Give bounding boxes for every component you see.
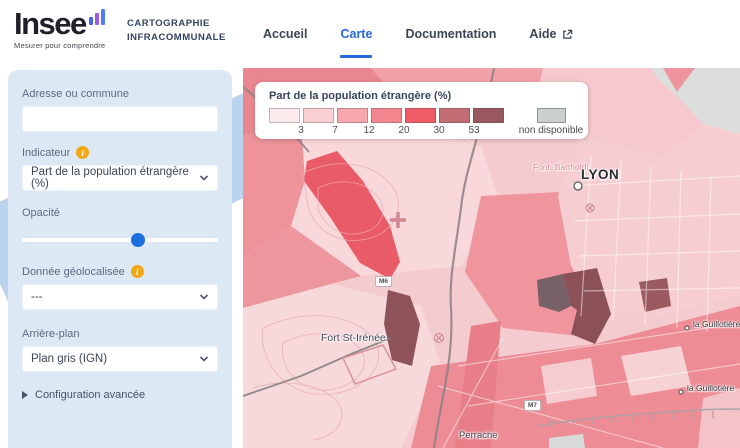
indicator-label-text: Indicateur xyxy=(22,147,70,159)
app-title: CARTOGRAPHIE INFRACOMMUNALE xyxy=(127,17,226,45)
triangle-right-icon xyxy=(22,391,28,399)
sidebar-panel: Adresse ou commune Indicateur i Part de … xyxy=(8,70,232,448)
nav-documentation[interactable]: Documentation xyxy=(405,0,496,68)
geodata-info-icon[interactable]: i xyxy=(131,265,144,278)
road-shield-m6: M6 xyxy=(375,276,392,287)
map-legend: Part de la population étrangère (%) 3 7 … xyxy=(255,82,588,139)
map-label-guillotiere-1: la Guillotière xyxy=(693,319,740,329)
insee-tagline: Mesurer pour comprendre xyxy=(14,41,106,50)
legend-swatch xyxy=(439,108,470,123)
header: Insee Mesurer pour comprendre CARTOGRAPH… xyxy=(0,0,740,68)
chevron-down-icon xyxy=(199,292,209,302)
legend-swatch-na xyxy=(537,108,566,123)
opacity-slider-track xyxy=(22,238,218,242)
advanced-config-label: Configuration avancée xyxy=(35,389,145,401)
insee-logo[interactable]: Insee Mesurer pour comprendre xyxy=(14,8,106,50)
address-label: Adresse ou commune xyxy=(22,88,218,100)
legend-swatches xyxy=(269,108,504,123)
insee-logo-bars-icon xyxy=(89,9,106,26)
road-shield-m7: M7 xyxy=(524,400,541,411)
map-label-lyon: LYON xyxy=(581,167,619,182)
background-value: Plan gris (IGN) xyxy=(31,353,107,365)
main-nav: Accueil Carte Documentation Aide xyxy=(263,0,573,68)
legend-swatch xyxy=(405,108,436,123)
indicator-info-icon[interactable]: i xyxy=(76,146,89,159)
legend-swatch xyxy=(371,108,402,123)
nav-documentation-label: Documentation xyxy=(405,27,496,41)
geodata-label: Donnée géolocalisée i xyxy=(22,265,218,278)
indicator-select[interactable]: Part de la population étrangère (%) xyxy=(22,165,218,191)
legend-na-label: non disponible xyxy=(519,125,584,136)
nav-carte-label: Carte xyxy=(340,27,372,41)
legend-tick: 20 xyxy=(398,125,409,136)
map-canvas[interactable]: Font. Bartholdi LYON Fort St-Irénée la G… xyxy=(243,68,740,448)
address-input[interactable] xyxy=(22,106,218,132)
opacity-slider-thumb[interactable] xyxy=(131,233,145,247)
map-label-perrache: Perrache xyxy=(459,430,498,441)
map-label-guillotiere-2: la Guillotière xyxy=(687,383,734,393)
geodata-label-text: Donnée géolocalisée xyxy=(22,266,125,278)
legend-tick: 3 xyxy=(298,125,304,136)
legend-swatch xyxy=(337,108,368,123)
background-select[interactable]: Plan gris (IGN) xyxy=(22,346,218,372)
legend-swatch xyxy=(269,108,300,123)
legend-title: Part de la population étrangère (%) xyxy=(269,90,451,102)
app-title-line1: CARTOGRAPHIE xyxy=(127,17,226,31)
opacity-label: Opacité xyxy=(22,207,218,219)
legend-tick: 12 xyxy=(363,125,374,136)
indicator-label: Indicateur i xyxy=(22,146,218,159)
nav-carte[interactable]: Carte xyxy=(340,0,372,68)
nav-accueil[interactable]: Accueil xyxy=(263,0,307,68)
map-label-fort-st-irenee: Fort St-Irénée xyxy=(321,332,386,344)
chevron-down-icon xyxy=(199,173,209,183)
legend-tick: 7 xyxy=(332,125,338,136)
opacity-slider[interactable] xyxy=(22,233,218,247)
legend-swatch xyxy=(473,108,504,123)
geodata-value: --- xyxy=(31,291,43,303)
nav-aide-label: Aide xyxy=(529,27,556,41)
chevron-down-icon xyxy=(199,354,209,364)
indicator-value: Part de la population étrangère (%) xyxy=(31,166,199,190)
active-tab-underline xyxy=(340,55,372,58)
legend-tick: 30 xyxy=(433,125,444,136)
legend-swatch xyxy=(303,108,334,123)
nav-accueil-label: Accueil xyxy=(263,27,307,41)
map-label-font-bartholdi: Font. Bartholdi xyxy=(533,162,588,172)
background-label: Arrière-plan xyxy=(22,328,218,340)
nav-aide[interactable]: Aide xyxy=(529,0,572,68)
advanced-config-toggle[interactable]: Configuration avancée xyxy=(22,389,218,401)
geodata-select[interactable]: --- xyxy=(22,284,218,310)
app-title-line2: INFRACOMMUNALE xyxy=(127,31,226,45)
legend-tick: 53 xyxy=(468,125,479,136)
external-link-icon xyxy=(562,29,573,40)
insee-logo-text: Insee xyxy=(14,8,86,39)
